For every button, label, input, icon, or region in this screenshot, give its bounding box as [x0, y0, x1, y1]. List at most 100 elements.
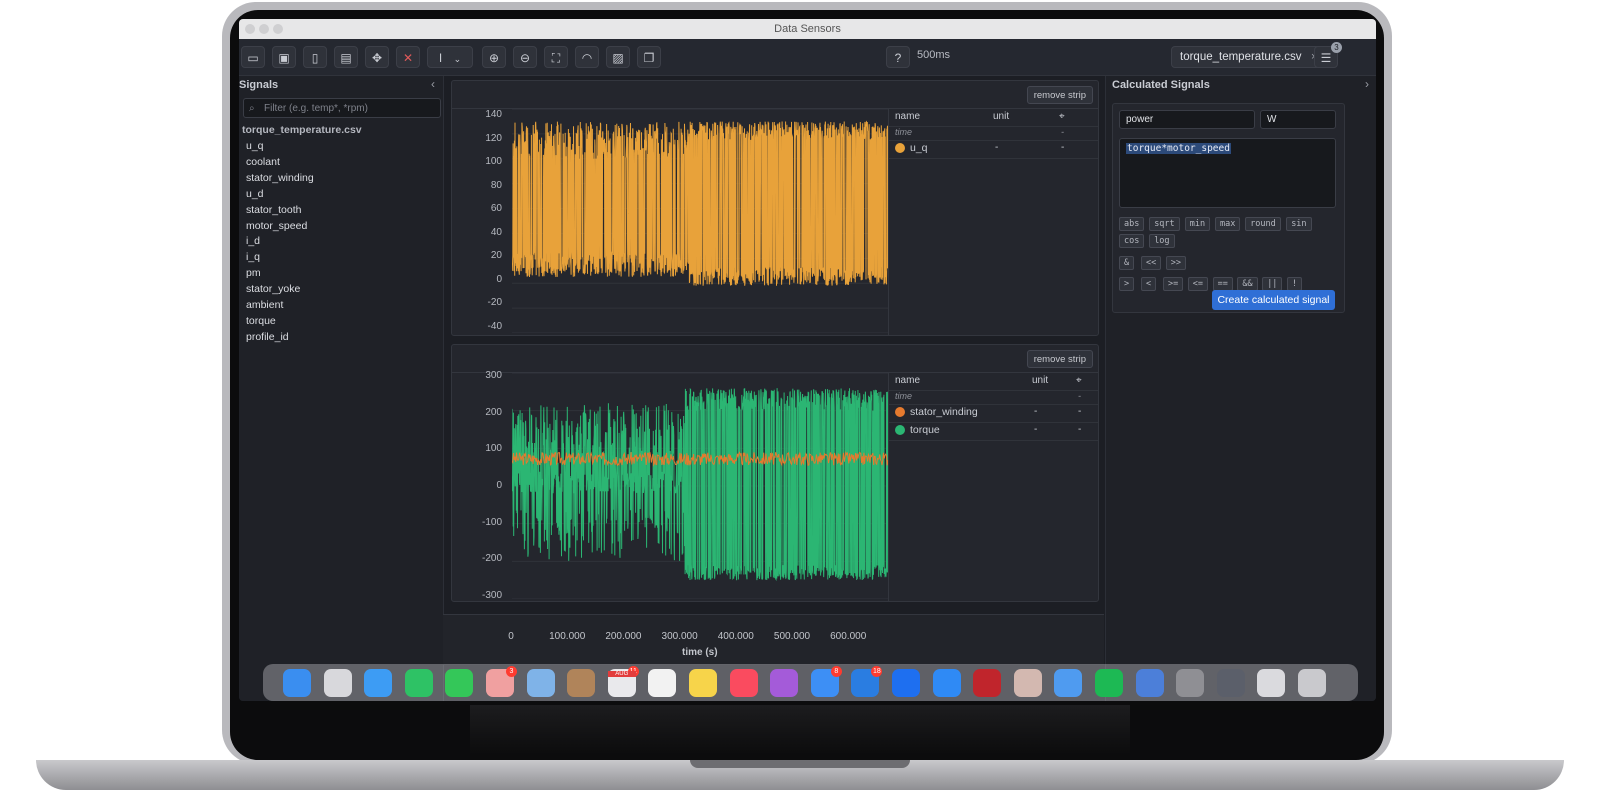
window-title: Data Sensors: [774, 23, 841, 35]
dock-app-icon[interactable]: [1216, 669, 1245, 697]
insert-functions_row2-button[interactable]: cos: [1119, 234, 1145, 248]
insert-operators_row2-button[interactable]: <: [1141, 277, 1157, 291]
save-button[interactable]: ▣: [272, 46, 296, 68]
export-file-button[interactable]: ▯: [303, 46, 327, 68]
dock-app-icon[interactable]: [1135, 669, 1164, 697]
calc-expression-textarea[interactable]: torque*motor_speed: [1119, 138, 1336, 208]
pan-button[interactable]: ✥: [365, 46, 389, 68]
file-tab[interactable]: torque_temperature.csv ×: [1171, 46, 1325, 68]
dock-app-icon[interactable]: [1176, 669, 1205, 697]
legend-signal-row[interactable]: stator_winding - -: [889, 404, 1098, 423]
create-calculated-signal-button[interactable]: Create calculated signal: [1212, 290, 1335, 310]
signal-item[interactable]: torque: [246, 315, 276, 327]
expand-chevron-icon[interactable]: ›: [1365, 77, 1369, 91]
legend-signal-unit: -: [1034, 406, 1038, 417]
insert-operators_row2-button[interactable]: ==: [1212, 277, 1233, 291]
cursor-pointer-icon[interactable]: ⌖: [1059, 111, 1065, 122]
insert-operators_row2-button[interactable]: ||: [1262, 277, 1283, 291]
dock-app-icon[interactable]: [1298, 669, 1326, 697]
dock-app-icon[interactable]: [973, 669, 1002, 697]
insert-operators_row1-button[interactable]: >>: [1165, 256, 1187, 270]
signal-item[interactable]: stator_yoke: [246, 283, 300, 295]
insert-functions_row1-button[interactable]: sin: [1286, 217, 1312, 231]
video-button[interactable]: ▤: [334, 46, 358, 68]
strip-2-plot[interactable]: [512, 373, 888, 599]
legend-signal-row[interactable]: u_q - -: [889, 140, 1098, 159]
zoom-out-button[interactable]: ⊖: [513, 46, 537, 68]
cursor-pointer-icon[interactable]: ⌖: [1076, 375, 1082, 386]
zoom-in-button[interactable]: ⊕: [482, 46, 506, 68]
legend-time-label: time: [895, 391, 913, 401]
copy-button[interactable]: ❐: [637, 46, 661, 68]
insert-operators_row2-button[interactable]: &&: [1237, 277, 1258, 291]
collapse-chevron-icon[interactable]: ‹: [431, 77, 435, 91]
close-window-button[interactable]: [245, 24, 255, 34]
insert-functions_row1-button[interactable]: sqrt: [1149, 217, 1180, 231]
insert-functions_row1-button[interactable]: max: [1215, 217, 1241, 231]
signal-filter-input[interactable]: ⌕ Filter (e.g. temp*, *rpm): [243, 98, 441, 118]
strip-1: remove strip 140 120 100 80 60 40 20 0 -20 -40 na…: [451, 80, 1099, 336]
insert-functions_row2-button[interactable]: log: [1149, 234, 1175, 248]
signal-item[interactable]: coolant: [246, 156, 280, 168]
remove-strip-2-button[interactable]: remove strip: [1026, 350, 1093, 368]
signal-item[interactable]: stator_tooth: [246, 204, 301, 216]
dock-app-icon[interactable]: [1257, 669, 1286, 697]
dock-app-icon[interactable]: [404, 669, 433, 697]
insert-operators_row1-button[interactable]: <<: [1141, 256, 1162, 270]
insert-functions_row1-button[interactable]: min: [1184, 217, 1211, 231]
insert-operators_row1-button[interactable]: &: [1119, 256, 1135, 270]
open-folder-button[interactable]: ▭: [241, 46, 265, 68]
dock-app-icon[interactable]: 3: [486, 666, 517, 697]
dock-app-icon[interactable]: [770, 669, 799, 697]
zoom-window-button[interactable]: [273, 24, 283, 34]
dock-app-icon[interactable]: [364, 669, 393, 697]
dock-app-icon[interactable]: [892, 669, 920, 697]
cursor-mode-dropdown[interactable]: I ⌄: [427, 46, 473, 68]
insert-functions_row1-button[interactable]: abs: [1119, 217, 1145, 231]
laptop-notch: [690, 760, 910, 768]
dock-app-icon[interactable]: [729, 669, 758, 697]
insert-operators_row2-button[interactable]: !: [1287, 277, 1303, 291]
insert-functions_row1-button[interactable]: round: [1245, 217, 1281, 231]
y-tick-label: 0: [496, 273, 502, 285]
dock-app-icon[interactable]: [648, 669, 677, 697]
signal-item[interactable]: motor_speed: [246, 220, 307, 232]
dock-app-icon[interactable]: [1013, 669, 1042, 697]
y-tick-label: 100: [485, 156, 502, 168]
legend-signal-row[interactable]: torque - -: [889, 422, 1098, 441]
image-button[interactable]: ▨: [606, 46, 630, 68]
strip-1-plot[interactable]: [512, 109, 888, 333]
help-button[interactable]: ?: [886, 46, 910, 68]
signal-item[interactable]: u_q: [246, 140, 264, 152]
dock-app-icon[interactable]: [1095, 669, 1123, 697]
signal-item[interactable]: i_q: [246, 251, 260, 263]
minimize-window-button[interactable]: [259, 24, 269, 34]
signal-item[interactable]: u_d: [246, 188, 264, 200]
signal-item[interactable]: pm: [246, 267, 261, 279]
speed-button[interactable]: ◠: [575, 46, 599, 68]
signal-item[interactable]: profile_id: [246, 331, 289, 343]
dock-app-icon[interactable]: 11AUG: [607, 666, 639, 697]
signal-item[interactable]: ambient: [246, 299, 283, 311]
dock-app-icon[interactable]: [567, 669, 596, 697]
insert-operators_row2-button[interactable]: >=: [1163, 277, 1184, 291]
signal-item[interactable]: i_d: [246, 235, 260, 247]
panel-toggle-button[interactable]: ☰ 3: [1314, 42, 1342, 68]
dock-app-icon[interactable]: [323, 669, 352, 697]
calc-unit-input[interactable]: W: [1260, 110, 1336, 129]
dock-app-icon[interactable]: [1054, 669, 1083, 697]
insert-operators_row2-button[interactable]: <=: [1187, 277, 1209, 291]
dock-app-icon[interactable]: 8: [810, 666, 842, 697]
fit-view-button[interactable]: ⛶: [544, 46, 568, 68]
dock-app-icon[interactable]: [689, 669, 717, 697]
signal-item[interactable]: stator_winding: [246, 172, 314, 184]
dock-app-icon[interactable]: [526, 669, 555, 697]
calc-name-input[interactable]: power: [1119, 110, 1255, 129]
dock-app-icon[interactable]: [932, 669, 961, 697]
remove-strip-1-button[interactable]: remove strip: [1026, 86, 1093, 104]
insert-operators_row2-button[interactable]: >: [1119, 277, 1135, 291]
dock-app-icon[interactable]: [283, 669, 311, 697]
pin-button[interactable]: ✕: [396, 46, 420, 68]
dock-app-icon[interactable]: 18: [851, 666, 883, 697]
dock-app-icon[interactable]: [445, 669, 474, 697]
